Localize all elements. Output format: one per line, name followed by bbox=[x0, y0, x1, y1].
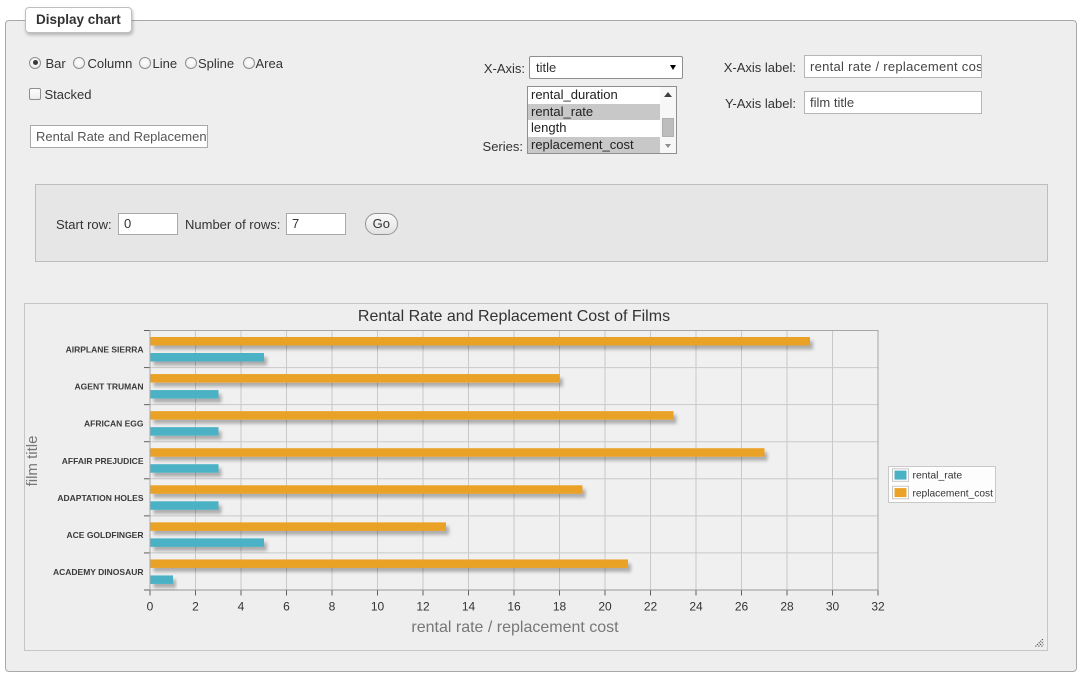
svg-text:10: 10 bbox=[371, 599, 385, 613]
svg-text:30: 30 bbox=[826, 599, 840, 613]
svg-text:ACADEMY DINOSAUR: ACADEMY DINOSAUR bbox=[53, 567, 144, 577]
svg-text:film title: film title bbox=[25, 436, 41, 487]
svg-text:18: 18 bbox=[553, 599, 567, 613]
svg-text:rental rate / replacement cost: rental rate / replacement cost bbox=[411, 619, 619, 636]
svg-text:replacement_cost: replacement_cost bbox=[913, 489, 994, 500]
svg-text:Rental Rate and Replacement Co: Rental Rate and Replacement Cost of Film… bbox=[358, 308, 670, 325]
svg-text:12: 12 bbox=[416, 599, 430, 613]
svg-text:ADAPTATION HOLES: ADAPTATION HOLES bbox=[57, 493, 143, 503]
svg-text:28: 28 bbox=[780, 599, 794, 613]
svg-text:AFRICAN EGG: AFRICAN EGG bbox=[84, 419, 144, 429]
svg-text:0: 0 bbox=[147, 599, 154, 613]
svg-text:4: 4 bbox=[238, 599, 245, 613]
svg-text:26: 26 bbox=[735, 599, 749, 613]
svg-text:rental_rate: rental_rate bbox=[913, 471, 963, 482]
svg-text:AGENT TRUMAN: AGENT TRUMAN bbox=[75, 382, 144, 392]
svg-text:20: 20 bbox=[598, 599, 612, 613]
svg-text:6: 6 bbox=[283, 599, 290, 613]
svg-text:2: 2 bbox=[192, 599, 199, 613]
svg-text:8: 8 bbox=[329, 599, 336, 613]
svg-text:22: 22 bbox=[644, 599, 658, 613]
svg-text:ACE GOLDFINGER: ACE GOLDFINGER bbox=[67, 530, 144, 540]
svg-text:32: 32 bbox=[871, 599, 885, 613]
svg-text:AIRPLANE SIERRA: AIRPLANE SIERRA bbox=[66, 345, 144, 355]
svg-text:24: 24 bbox=[689, 599, 703, 613]
svg-text:AFFAIR PREJUDICE: AFFAIR PREJUDICE bbox=[62, 456, 144, 466]
svg-text:16: 16 bbox=[507, 599, 521, 613]
svg-text:14: 14 bbox=[462, 599, 476, 613]
